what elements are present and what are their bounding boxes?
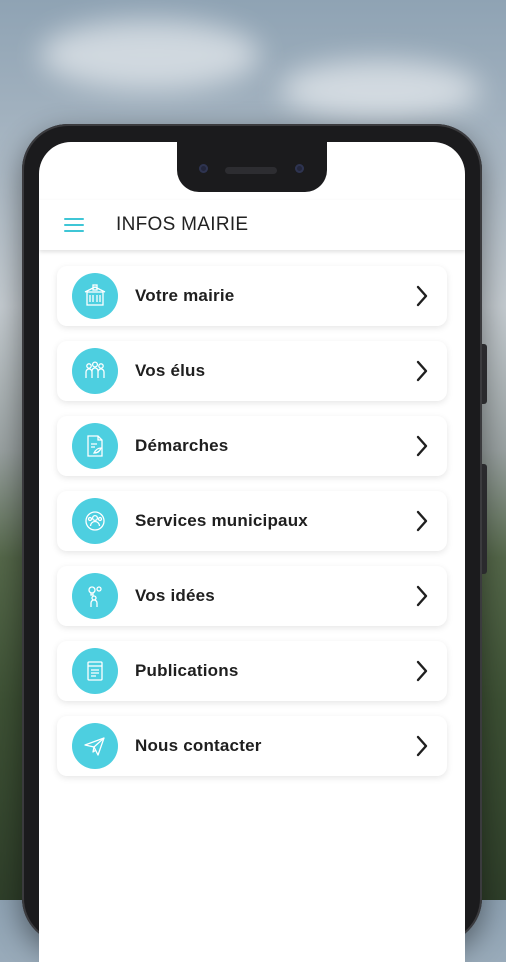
speaker-grille <box>225 167 277 174</box>
menu-item-label: Vos élus <box>135 361 206 380</box>
chevron-right-icon <box>416 510 428 532</box>
menu-item-label: Publications <box>135 661 239 680</box>
background-cloud <box>280 60 480 120</box>
chevron-right-icon <box>416 435 428 457</box>
hamburger-menu-icon[interactable] <box>64 218 84 232</box>
menu-item-nous-contacter[interactable]: Nous contacter <box>57 716 447 776</box>
phone-notch <box>177 142 327 192</box>
paper-plane-icon <box>72 723 118 769</box>
menu-item-vos-elus[interactable]: Vos élus <box>57 341 447 401</box>
ideas-icon <box>72 573 118 619</box>
camera-icon <box>199 164 208 173</box>
document-icon <box>72 423 118 469</box>
menu-item-vos-idees[interactable]: Vos idées <box>57 566 447 626</box>
chevron-right-icon <box>416 735 428 757</box>
phone-frame: INFOS MAIRIE Votre mairie Vos élus Démar… <box>22 124 487 962</box>
chevron-right-icon <box>416 360 428 382</box>
background-cloud <box>40 20 260 90</box>
town-hall-icon <box>72 273 118 319</box>
menu-item-votre-mairie[interactable]: Votre mairie <box>57 266 447 326</box>
menu-item-label: Démarches <box>135 436 229 455</box>
menu-item-demarches[interactable]: Démarches <box>57 416 447 476</box>
menu-item-label: Votre mairie <box>135 286 235 305</box>
services-icon <box>72 498 118 544</box>
phone-power-button <box>482 464 487 574</box>
sensor-icon <box>295 164 304 173</box>
menu-item-publications[interactable]: Publications <box>57 641 447 701</box>
chevron-right-icon <box>416 660 428 682</box>
menu-item-label: Nous contacter <box>135 736 262 755</box>
chevron-right-icon <box>416 585 428 607</box>
app-screen: INFOS MAIRIE Votre mairie Vos élus Démar… <box>39 142 465 962</box>
people-icon <box>72 348 118 394</box>
publication-icon <box>72 648 118 694</box>
menu-item-label: Vos idées <box>135 586 215 605</box>
chevron-right-icon <box>416 285 428 307</box>
phone-volume-button <box>482 344 487 404</box>
app-bar: INFOS MAIRIE <box>39 200 465 250</box>
menu-item-services-municipaux[interactable]: Services municipaux <box>57 491 447 551</box>
menu-item-label: Services municipaux <box>135 511 308 530</box>
page-title: INFOS MAIRIE <box>116 214 249 235</box>
menu-list: Votre mairie Vos élus Démarches Services… <box>57 266 447 791</box>
